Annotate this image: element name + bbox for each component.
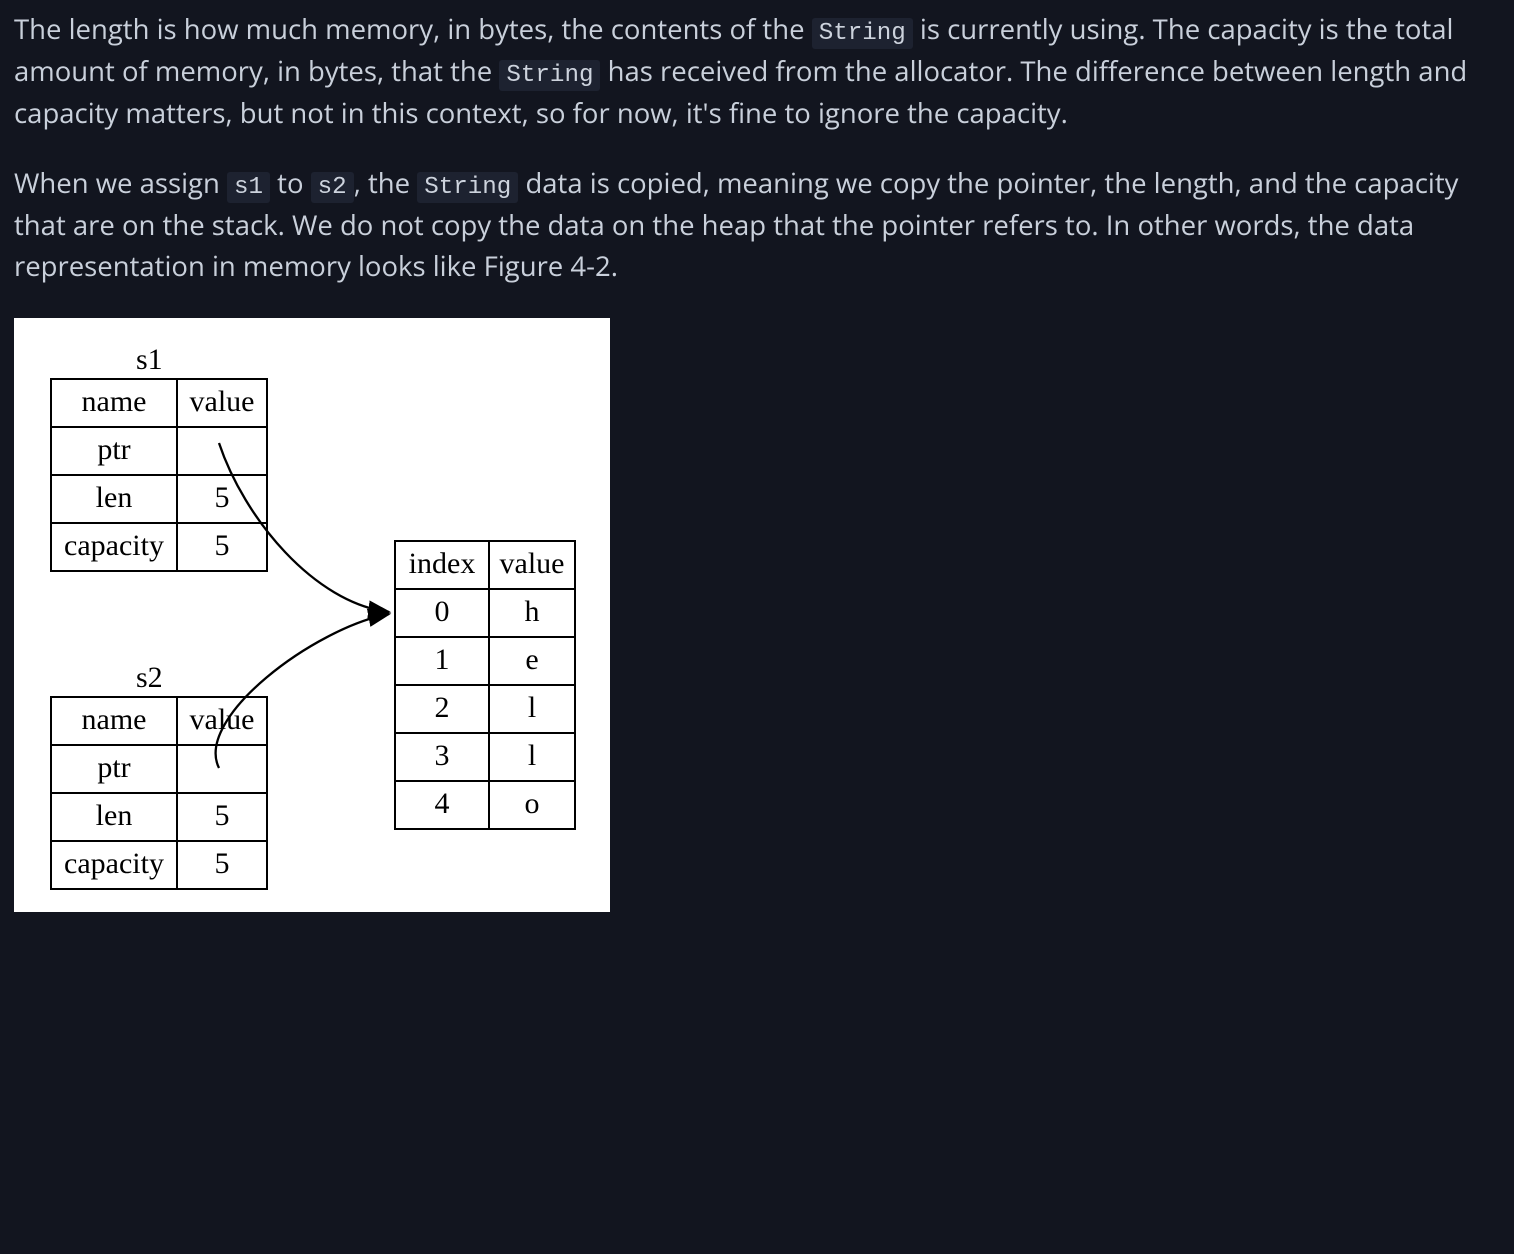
- table-row: 3 l: [395, 733, 575, 781]
- stack-row-len: len: [51, 793, 177, 841]
- stack-row-cap: capacity: [51, 523, 177, 571]
- table-row: len 5: [51, 793, 267, 841]
- code-s1: s1: [227, 172, 270, 203]
- heap-cell-val: h: [489, 589, 575, 637]
- table-row: name value: [51, 697, 267, 745]
- stack-header-value: value: [177, 379, 267, 427]
- stack-row-ptr-value: [177, 745, 267, 793]
- stack-row-ptr: ptr: [51, 745, 177, 793]
- figure-4-2-wrap: s1 name value ptr len 5 capacity 5: [14, 318, 1500, 912]
- code-string-3: String: [417, 172, 518, 203]
- stack-header-value: value: [177, 697, 267, 745]
- heap-cell-idx: 2: [395, 685, 489, 733]
- heap-data-table: index value 0 h 1 e 2 l 3 l: [394, 540, 576, 830]
- heap-cell-idx: 3: [395, 733, 489, 781]
- table-row: ptr: [51, 745, 267, 793]
- heap-cell-val: l: [489, 733, 575, 781]
- s1-stack-table: name value ptr len 5 capacity 5: [50, 378, 268, 572]
- stack-row-len: len: [51, 475, 177, 523]
- table-row: 4 o: [395, 781, 575, 829]
- s2-stack-table: name value ptr len 5 capacity 5: [50, 696, 268, 890]
- heap-cell-val: l: [489, 685, 575, 733]
- text-run: , the: [354, 165, 418, 202]
- table-row: len 5: [51, 475, 267, 523]
- table-row: 0 h: [395, 589, 575, 637]
- table-row: ptr: [51, 427, 267, 475]
- heap-cell-val: o: [489, 781, 575, 829]
- stack-row-cap-value: 5: [177, 841, 267, 889]
- stack-row-len-value: 5: [177, 475, 267, 523]
- paragraph-assign: When we assign s1 to s2, the String data…: [14, 164, 1500, 287]
- stack-header-name: name: [51, 379, 177, 427]
- stack-header-name: name: [51, 697, 177, 745]
- text-run: to: [270, 165, 311, 202]
- stack-row-cap-value: 5: [177, 523, 267, 571]
- table-row: capacity 5: [51, 523, 267, 571]
- table-row: name value: [51, 379, 267, 427]
- code-string-1: String: [812, 18, 913, 49]
- document-page: The length is how much memory, in bytes,…: [0, 0, 1514, 952]
- stack-row-ptr-value: [177, 427, 267, 475]
- paragraph-length-capacity: The length is how much memory, in bytes,…: [14, 10, 1500, 134]
- heap-header-value: value: [489, 541, 575, 589]
- code-string-2: String: [499, 60, 600, 91]
- table-row: 1 e: [395, 637, 575, 685]
- code-s2: s2: [311, 172, 354, 203]
- table-row: index value: [395, 541, 575, 589]
- heap-cell-idx: 1: [395, 637, 489, 685]
- stack-row-len-value: 5: [177, 793, 267, 841]
- text-run: The length is how much memory, in bytes,…: [14, 11, 812, 48]
- table-row: capacity 5: [51, 841, 267, 889]
- stack-row-ptr: ptr: [51, 427, 177, 475]
- text-run: When we assign: [14, 165, 227, 202]
- heap-cell-idx: 0: [395, 589, 489, 637]
- figure-4-2: s1 name value ptr len 5 capacity 5: [14, 318, 610, 912]
- s2-label: s2: [136, 656, 163, 700]
- heap-header-index: index: [395, 541, 489, 589]
- heap-cell-val: e: [489, 637, 575, 685]
- heap-cell-idx: 4: [395, 781, 489, 829]
- s1-label: s1: [136, 338, 163, 382]
- table-row: 2 l: [395, 685, 575, 733]
- stack-row-cap: capacity: [51, 841, 177, 889]
